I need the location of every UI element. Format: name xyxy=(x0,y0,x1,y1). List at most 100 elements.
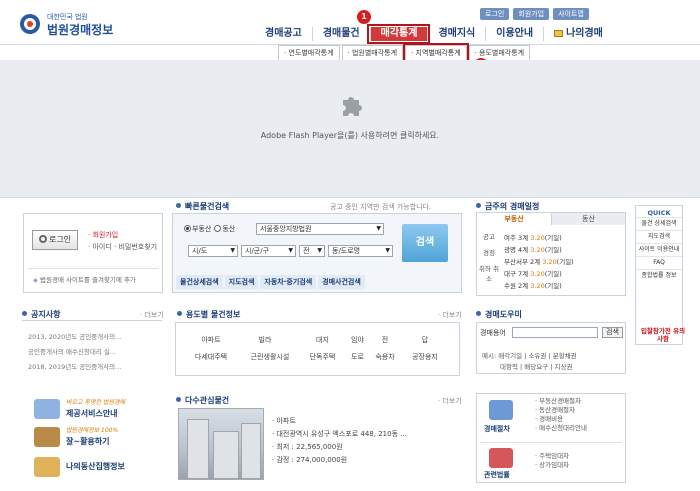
quick-site-guide[interactable]: 사이트 이용안내 xyxy=(636,243,682,256)
promo-movable-info[interactable]: 나의동산집행정보 xyxy=(26,455,161,483)
schedule-tab-real-estate[interactable]: 부동산 xyxy=(477,213,551,225)
radio-movable-label: 동산 xyxy=(222,225,236,233)
usage-title: 용도별 물건정보 xyxy=(177,309,240,320)
schedule-line[interactable]: 광명 4계 3.20(기일) xyxy=(504,244,562,254)
helper-title-text: 경매도우미 xyxy=(485,310,522,319)
usage-factory[interactable]: 공장용지 xyxy=(405,352,445,362)
flash-message[interactable]: Adobe Flash Player을(를) 사용하려면 클릭하세요. xyxy=(0,130,700,141)
usage-neighborhood[interactable]: 근린생활시설 xyxy=(240,352,300,362)
quick-faq[interactable]: FAQ xyxy=(636,256,682,269)
notice-item[interactable]: 공인중개사의 매수신청대리 실... xyxy=(28,346,116,356)
add-favorite-link[interactable]: ◈ 법원경매 사이트를 즐겨찾기에 추가 xyxy=(33,274,136,284)
radio-real-estate[interactable]: 부동산 xyxy=(184,224,211,234)
procedure-label[interactable]: 경매절차 xyxy=(484,424,510,434)
usage-paddy[interactable]: 답 xyxy=(405,335,445,345)
usage-more-link[interactable]: · 더보기 xyxy=(438,310,462,320)
notice-item[interactable]: 2018, 2019년도 공인중개사의... xyxy=(28,361,121,371)
city-select[interactable]: 시/도 ▼ xyxy=(188,245,238,257)
promo-service-guide-label: 제공서비스안내 xyxy=(66,409,118,418)
utility-sitemap-link[interactable]: 사이트맵 xyxy=(553,8,589,20)
procedure-item[interactable]: · 부동산경매절차 xyxy=(535,397,587,406)
subnav-court-stats[interactable]: · 법원별매각통계 xyxy=(341,45,404,61)
usage-detached[interactable]: 단독주택 xyxy=(300,352,345,362)
schedule-line-court: 부산서부 2계 xyxy=(504,258,541,266)
nav-auction-notice[interactable]: 경매공고 xyxy=(255,27,312,41)
property-appraisal: · 감정 : 274,000,000원 xyxy=(272,456,348,464)
multi-interest-more-link[interactable]: · 더보기 xyxy=(438,396,462,406)
usage-villa[interactable]: 빌라 xyxy=(240,335,290,345)
helper-examples-1[interactable]: 예시: 매각기일 | 소유권 | 분할채권 xyxy=(482,350,577,360)
notice-item[interactable]: 2013, 2020년도 공인중개사의... xyxy=(28,331,121,341)
law-label[interactable]: 관련법률 xyxy=(484,470,510,480)
callout-badge-1: 1 xyxy=(357,10,371,24)
nav-my-auction[interactable]: 나의경매 xyxy=(543,27,613,41)
schedule-line[interactable]: 대구 7계 3.20(기일) xyxy=(504,268,562,278)
usage-car[interactable]: 숙용차 xyxy=(370,352,400,362)
court-select[interactable]: 서울중앙지방법원 ▼ xyxy=(256,223,384,235)
notice-title: 공지사항 xyxy=(22,309,60,320)
schedule-title: 금주의 경매일정 xyxy=(476,201,539,212)
district-select[interactable]: 시/군/구 ▼ xyxy=(241,245,296,257)
promo-usage-tips[interactable]: 법원경매정보 100% 잘~활용하기 xyxy=(26,425,161,453)
chevron-down-icon: ▼ xyxy=(376,225,381,232)
tab-case-search[interactable]: 경매사건검색 xyxy=(318,275,365,289)
usage-land[interactable]: 대지 xyxy=(300,335,345,345)
dong-type-select[interactable]: 전 ▼ xyxy=(299,245,325,257)
road-select-value: 동/도로명 xyxy=(332,247,361,255)
schedule-line[interactable]: 여주 3계 3.20(기일) xyxy=(504,232,562,242)
property-photo[interactable] xyxy=(178,408,264,480)
procedure-item[interactable]: · 매수신청대리안내 xyxy=(535,424,587,433)
schedule-side-cancel[interactable]: 취하 취소 xyxy=(479,263,499,283)
procedure-item[interactable]: · 경매비용 xyxy=(535,415,587,424)
login-button[interactable]: 로그인 xyxy=(32,230,78,250)
logo-title[interactable]: 법원경매정보 xyxy=(47,21,113,38)
promo-service-guide[interactable]: 바르고 투명한 법원경매 제공서비스안내 xyxy=(26,397,161,425)
subnav-regional-stats[interactable]: · 지역별매각통계 xyxy=(403,43,469,63)
join-link[interactable]: · 회원가입 xyxy=(88,230,118,240)
radio-off-icon xyxy=(214,225,222,232)
usage-road[interactable]: 도로 xyxy=(345,352,370,362)
law-item[interactable]: · 상가임대차 xyxy=(535,461,569,470)
term-search-button[interactable]: 검색 xyxy=(602,327,623,338)
tab-map-search[interactable]: 지도검색 xyxy=(224,275,259,289)
schedule-side-notice[interactable]: 공고 xyxy=(479,231,499,241)
schedule-tab-movable[interactable]: 동산 xyxy=(551,213,625,225)
nav-auction-items[interactable]: 경매물건 xyxy=(311,27,370,41)
quick-search-title-text: 빠른물건검색 xyxy=(185,202,230,211)
search-button[interactable]: 검색 xyxy=(402,224,448,262)
subnav-yearly-stats[interactable]: · 연도별매각통계 xyxy=(278,45,340,61)
term-search-input[interactable] xyxy=(512,327,598,338)
quick-legal-info[interactable]: 종합법률 정보 xyxy=(636,269,682,282)
usage-forest[interactable]: 임야 xyxy=(345,335,370,345)
law-item[interactable]: · 주택임대차 xyxy=(535,452,569,461)
schedule-side-correction[interactable]: 경정 xyxy=(479,247,499,257)
usage-field[interactable]: 전 xyxy=(370,335,400,345)
multi-interest-title: 다수관심물건 xyxy=(176,395,229,406)
find-account-link[interactable]: · 아이디 · 비밀번호찾기 xyxy=(88,242,157,252)
multi-interest-title-text: 다수관심물건 xyxy=(185,396,230,405)
usage-apartment[interactable]: 아파트 xyxy=(186,335,236,345)
nav-usage-guide[interactable]: 이용안내 xyxy=(485,27,543,41)
nav-auction-knowledge[interactable]: 경매지식 xyxy=(427,27,485,41)
schedule-line[interactable]: 부산서부 2계 3.20(기일) xyxy=(504,256,574,266)
flash-placeholder[interactable] xyxy=(0,60,700,198)
notice-more-link[interactable]: · 더보기 xyxy=(140,310,164,320)
radio-movable[interactable]: 동산 xyxy=(214,224,235,234)
road-select[interactable]: 동/도로명 ▼ xyxy=(328,245,393,257)
schedule-line[interactable]: 수원 2계 3.20(기일) xyxy=(504,280,562,290)
procedure-item[interactable]: · 동산경매절차 xyxy=(535,406,587,415)
quick-detail-search[interactable]: 물건 상세검색 xyxy=(636,217,682,230)
utility-login-link[interactable]: 로그인 xyxy=(480,8,510,20)
hammer-icon xyxy=(34,457,60,477)
property-address[interactable]: · 대전광역시 유성구 엑스포로 448, 210동 ... xyxy=(272,429,407,439)
tab-detail-search[interactable]: 물건상세검색 xyxy=(176,275,223,289)
nav-sales-stats[interactable]: 매각통계 xyxy=(366,24,431,44)
bid-caution-link[interactable]: 입찰참가전 유의사항 xyxy=(638,327,688,343)
property-type[interactable]: · 아파트 xyxy=(272,416,296,426)
quick-map-search[interactable]: 지도검색 xyxy=(636,230,682,243)
usage-multiplex[interactable]: 다세대주택 xyxy=(186,352,236,362)
usage-panel xyxy=(175,322,460,376)
utility-join-link[interactable]: 회원가입 xyxy=(513,8,550,20)
tab-vehicle-search[interactable]: 자동차·중기검색 xyxy=(260,275,317,289)
helper-examples-2[interactable]: 대항력 | 배당요구 | 지상권 xyxy=(500,361,572,371)
